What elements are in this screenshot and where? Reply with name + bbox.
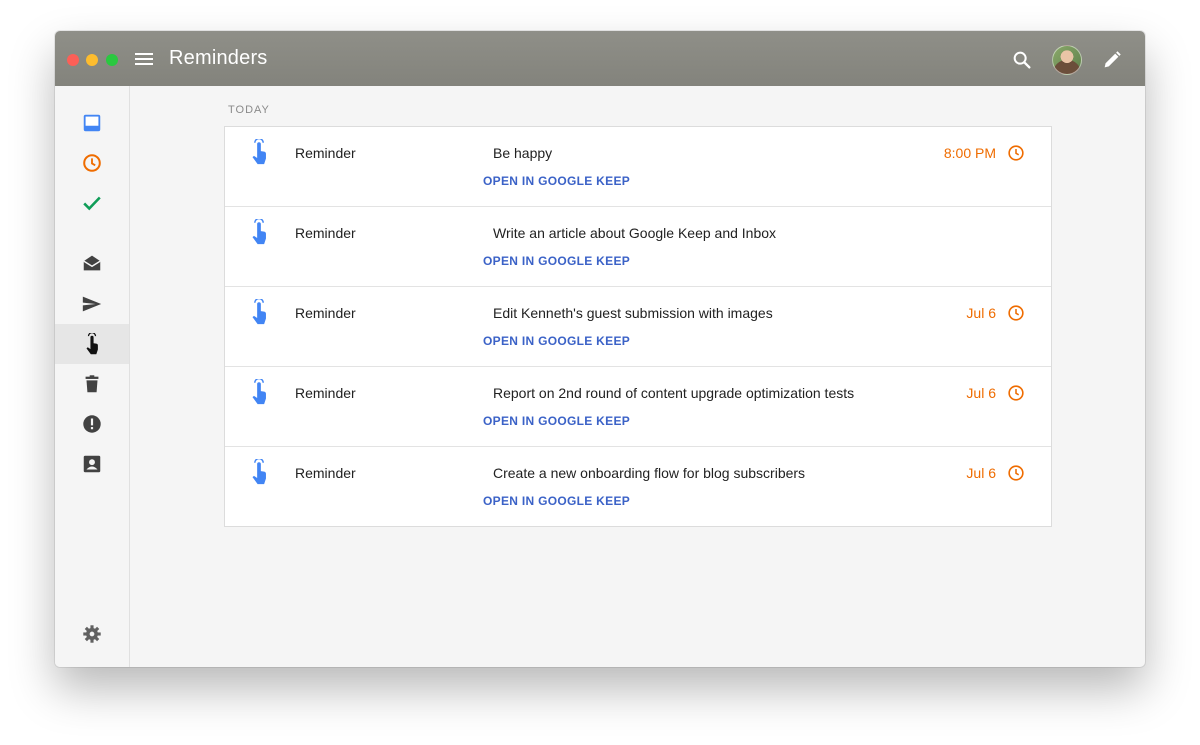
open-in-google-keep-link[interactable]: OPEN IN GOOGLE KEEP <box>483 334 630 348</box>
clock-icon[interactable] <box>1007 144 1025 162</box>
reminder-list: Reminder Be happy OPEN IN GOOGLE KEEP 8:… <box>224 126 1052 527</box>
settings-button[interactable] <box>55 614 129 654</box>
search-icon[interactable] <box>1011 49 1033 71</box>
reminder-row[interactable]: Reminder Edit Kenneth's guest submission… <box>225 287 1051 367</box>
reminder-type-label: Reminder <box>295 465 356 481</box>
close-window-button[interactable] <box>67 54 79 66</box>
reminder-type-label: Reminder <box>295 385 356 401</box>
reminder-time: Jul 6 <box>966 385 996 401</box>
reminder-row[interactable]: Reminder Create a new onboarding flow fo… <box>225 447 1051 526</box>
sidebar-item-snoozed[interactable] <box>55 143 129 183</box>
reminder-title: Create a new onboarding flow for blog su… <box>493 465 806 481</box>
compose-pencil-icon[interactable] <box>1101 49 1123 71</box>
clock-icon[interactable] <box>1007 384 1025 402</box>
maximize-window-button[interactable] <box>106 54 118 66</box>
sidebar-item-drafts[interactable] <box>55 243 129 283</box>
reminder-type-label: Reminder <box>295 145 356 161</box>
sidebar-item-contacts[interactable] <box>55 444 129 484</box>
sent-icon <box>82 296 102 312</box>
clock-icon[interactable] <box>1007 304 1025 322</box>
title-bar: Reminders <box>55 31 1145 86</box>
inbox-icon <box>83 114 101 132</box>
trash-icon <box>85 375 99 393</box>
minimize-window-button[interactable] <box>86 54 98 66</box>
sidebar-item-sent[interactable] <box>55 284 129 324</box>
hamburger-menu-icon[interactable] <box>134 50 154 68</box>
spam-icon <box>83 415 101 433</box>
reminder-time: Jul 6 <box>966 305 996 321</box>
sidebar-item-reminders[interactable] <box>55 324 129 364</box>
open-in-google-keep-link[interactable]: OPEN IN GOOGLE KEEP <box>483 414 630 428</box>
clock-icon[interactable] <box>1007 464 1025 482</box>
reminder-time: 8:00 PM <box>943 145 996 161</box>
section-header-today: TODAY <box>228 104 270 116</box>
reminder-row[interactable]: Reminder Write an article about Google K… <box>225 207 1051 287</box>
reminder-row[interactable]: Reminder Be happy OPEN IN GOOGLE KEEP 8:… <box>225 127 1051 207</box>
reminder-title: Write an article about Google Keep and I… <box>493 225 777 241</box>
reminder-hand-icon <box>252 299 266 325</box>
reminder-type-label: Reminder <box>295 305 356 321</box>
reminder-row[interactable]: Reminder Report on 2nd round of content … <box>225 367 1051 447</box>
reminder-title: Edit Kenneth's guest submission with ima… <box>493 305 773 321</box>
open-in-google-keep-link[interactable]: OPEN IN GOOGLE KEEP <box>483 254 630 268</box>
snoozed-icon <box>83 154 101 172</box>
reminder-type-label: Reminder <box>295 225 356 241</box>
app-window: Reminders TODAY Reminder Be happy OPEN I… <box>55 31 1145 667</box>
sidebar-item-trash[interactable] <box>55 364 129 404</box>
reminders-icon <box>86 333 98 355</box>
reminder-hand-icon <box>252 379 266 405</box>
open-in-google-keep-link[interactable]: OPEN IN GOOGLE KEEP <box>483 494 630 508</box>
sidebar-item-inbox[interactable] <box>55 103 129 143</box>
done-icon <box>83 196 101 211</box>
reminder-hand-icon <box>252 459 266 485</box>
settings-icon <box>83 625 101 643</box>
reminder-time: Jul 6 <box>966 465 996 481</box>
reminder-hand-icon <box>252 139 266 165</box>
sidebar <box>55 86 130 667</box>
main-content: TODAY Reminder Be happy OPEN IN GOOGLE K… <box>130 86 1145 667</box>
open-in-google-keep-link[interactable]: OPEN IN GOOGLE KEEP <box>483 174 630 188</box>
drafts-icon <box>83 255 101 271</box>
sidebar-item-done[interactable] <box>55 183 129 223</box>
reminder-hand-icon <box>252 219 266 245</box>
reminder-title: Be happy <box>493 145 553 161</box>
reminder-title: Report on 2nd round of content upgrade o… <box>493 385 855 401</box>
contacts-icon <box>83 455 101 473</box>
sidebar-item-spam[interactable] <box>55 404 129 444</box>
page-title: Reminders <box>169 47 268 69</box>
avatar[interactable] <box>1052 45 1082 75</box>
